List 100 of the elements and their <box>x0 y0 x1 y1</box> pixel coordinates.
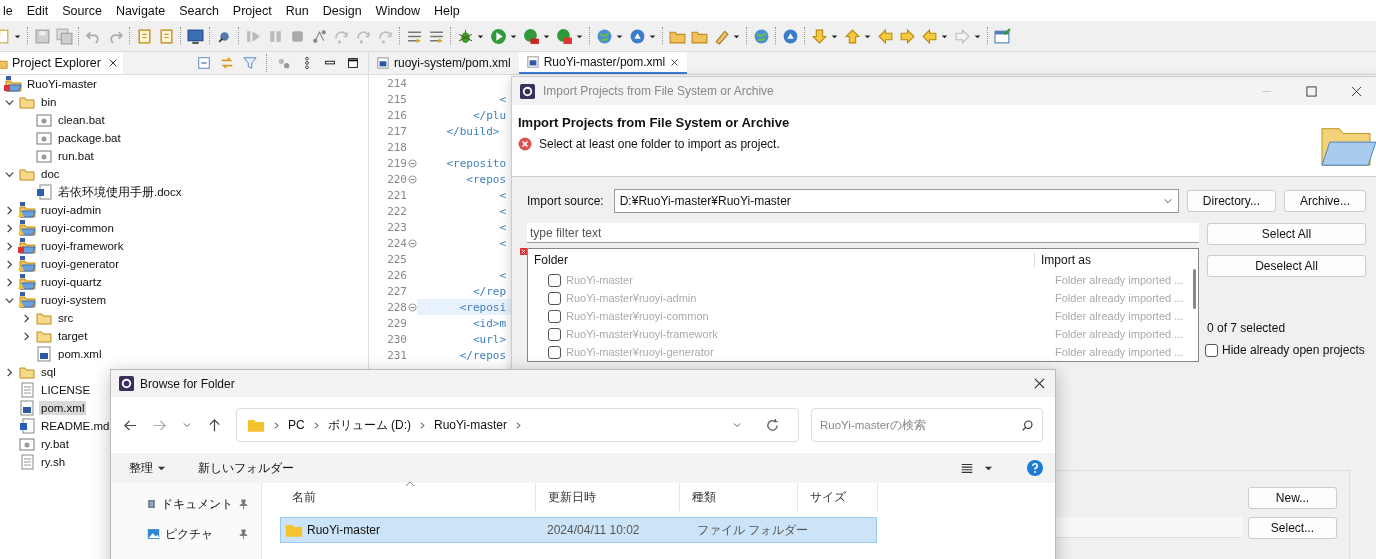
scrollbar-thumb[interactable] <box>1193 269 1196 309</box>
fold-icon[interactable] <box>407 158 417 168</box>
file-row[interactable]: RuoYi-master 2024/04/11 10:02 ファイル フォルダー <box>280 517 877 543</box>
collapsed-chevron-icon[interactable] <box>4 204 15 216</box>
tree-item[interactable]: pom.xml <box>56 347 104 361</box>
close-icon[interactable] <box>670 57 680 67</box>
filter-field[interactable]: type filter text <box>527 223 1199 243</box>
refresh-icon[interactable] <box>765 417 780 433</box>
column-header[interactable]: Folder <box>528 253 1034 267</box>
window-icon[interactable] <box>994 27 1011 45</box>
collapsed-chevron-icon[interactable] <box>21 330 32 342</box>
editor-tab[interactable]: RuoYi-master/pom.xml <box>518 52 688 74</box>
up-arrow-icon[interactable] <box>207 417 222 433</box>
import-source-combo[interactable]: D:¥RuoYi-master¥RuoYi-master <box>613 189 1179 213</box>
nav-item[interactable]: ピクチャ <box>111 519 261 549</box>
tree-item[interactable]: pom.xml <box>39 401 87 415</box>
tree-item[interactable]: package.bat <box>56 131 123 145</box>
menu-item[interactable]: Help <box>427 3 467 18</box>
collapsed-chevron-icon[interactable] <box>4 366 15 378</box>
tree-item[interactable]: target <box>56 329 90 343</box>
address-bar[interactable]: PC ボリューム (D:) RuoYi-master <box>236 408 799 442</box>
maximize-icon[interactable] <box>346 56 360 70</box>
close-icon[interactable] <box>1351 85 1362 97</box>
tree-item[interactable]: ruoyi-quartz <box>39 275 104 289</box>
gears-icon[interactable] <box>277 56 291 70</box>
dialog-button[interactable]: Select All <box>1207 223 1366 245</box>
fold-icon[interactable] <box>407 302 417 312</box>
search-box[interactable]: RuoYi-masterの検索 <box>811 408 1043 442</box>
tree-item[interactable]: 若依环境使用手册.docx <box>56 183 184 201</box>
column-header[interactable]: サイズ <box>798 483 878 511</box>
tree-item[interactable]: sql <box>39 365 58 379</box>
tree-item[interactable]: ruoyi-system <box>39 293 109 307</box>
dialog-button[interactable]: Select... <box>1248 517 1337 539</box>
menu-item[interactable]: Window <box>368 3 428 18</box>
table-cell: RuoYi-master¥ruoyi-admin <box>566 292 697 304</box>
collapsed-chevron-icon[interactable] <box>4 258 15 270</box>
tree-item[interactable]: doc <box>39 167 62 181</box>
monitor-icon[interactable] <box>187 27 204 45</box>
breadcrumb-item[interactable]: RuoYi-master <box>434 418 507 432</box>
tree-item[interactable]: README.md <box>39 419 112 433</box>
collapsed-chevron-icon[interactable] <box>4 276 15 288</box>
close-icon[interactable] <box>108 58 118 68</box>
tree-item[interactable]: ruoyi-framework <box>39 239 126 253</box>
menu-item[interactable]: Source <box>55 3 109 18</box>
menu-item[interactable]: Project <box>225 3 279 18</box>
menu-item[interactable]: Edit <box>19 3 56 18</box>
arrow-left-icon[interactable] <box>877 27 894 45</box>
fold-icon[interactable] <box>407 238 417 248</box>
tree-item[interactable]: ry.bat <box>39 437 71 451</box>
menu-item[interactable]: Design <box>315 3 369 18</box>
column-header[interactable]: 名前 <box>280 483 536 511</box>
breadcrumb-item[interactable]: PC <box>288 418 305 432</box>
dialog-button[interactable]: Archive... <box>1284 190 1366 212</box>
collapsed-chevron-icon[interactable] <box>4 222 15 234</box>
input-field[interactable] <box>1056 517 1242 538</box>
document-icon[interactable] <box>158 27 175 45</box>
bug-icon[interactable] <box>457 27 474 45</box>
organize-menu[interactable]: 整理 <box>129 459 153 477</box>
arrow-right-icon[interactable] <box>899 27 916 45</box>
menu-item[interactable]: le <box>0 3 20 18</box>
tree-item[interactable]: bin <box>39 95 59 109</box>
tree-item[interactable]: LICENSE <box>39 383 93 397</box>
menu-item[interactable]: Search <box>172 3 226 18</box>
editor-tab[interactable]: ruoyi-system/pom.xml <box>369 52 519 74</box>
view-options-icon[interactable] <box>960 461 974 475</box>
nav-item[interactable]: ドキュメント <box>111 489 261 519</box>
menu-item[interactable]: Run <box>278 3 316 18</box>
nodes-icon[interactable] <box>311 27 328 45</box>
tree-item[interactable]: ruoyi-admin <box>39 203 104 217</box>
collapsed-chevron-icon[interactable] <box>4 240 15 252</box>
collapse-all-icon[interactable] <box>197 56 211 70</box>
dialog-button[interactable]: New... <box>1248 487 1337 509</box>
column-header[interactable]: 種類 <box>680 483 798 511</box>
menu-item[interactable]: Navigate <box>108 3 173 18</box>
dialog-button[interactable]: Directory... <box>1186 190 1276 212</box>
line-number: 225 <box>386 252 407 266</box>
new-folder-button[interactable]: 新しいフォルダー <box>198 459 294 477</box>
column-header[interactable]: 更新日時 <box>536 483 680 511</box>
breadcrumb-item[interactable]: ボリューム (D:) <box>327 416 411 434</box>
document-icon[interactable] <box>136 27 153 45</box>
close-icon[interactable] <box>1034 378 1045 389</box>
column-header[interactable]: Import as <box>1034 253 1091 267</box>
checkbox[interactable] <box>1205 343 1218 357</box>
dialog-button[interactable]: Deselect All <box>1207 255 1366 277</box>
tree-item[interactable]: run.bat <box>56 149 96 163</box>
tree-item[interactable]: ruoyi-generator <box>39 257 121 271</box>
tree-item[interactable]: clean.bat <box>56 113 107 127</box>
tree-item[interactable]: ruoyi-common <box>39 221 116 235</box>
run-icon[interactable] <box>523 27 540 45</box>
filter-icon[interactable] <box>243 56 257 70</box>
run-icon[interactable] <box>490 27 507 45</box>
document-icon <box>147 497 156 511</box>
tree-item[interactable]: RuoYi-master <box>25 77 99 91</box>
help-icon[interactable] <box>1027 460 1043 476</box>
run-icon[interactable] <box>556 27 573 45</box>
collapsed-chevron-icon[interactable] <box>21 312 32 324</box>
view-tab[interactable]: Project Explorer <box>0 52 123 74</box>
tree-item[interactable]: src <box>56 311 76 325</box>
tree-item[interactable]: ry.sh <box>39 455 68 469</box>
fold-icon[interactable] <box>407 174 417 184</box>
